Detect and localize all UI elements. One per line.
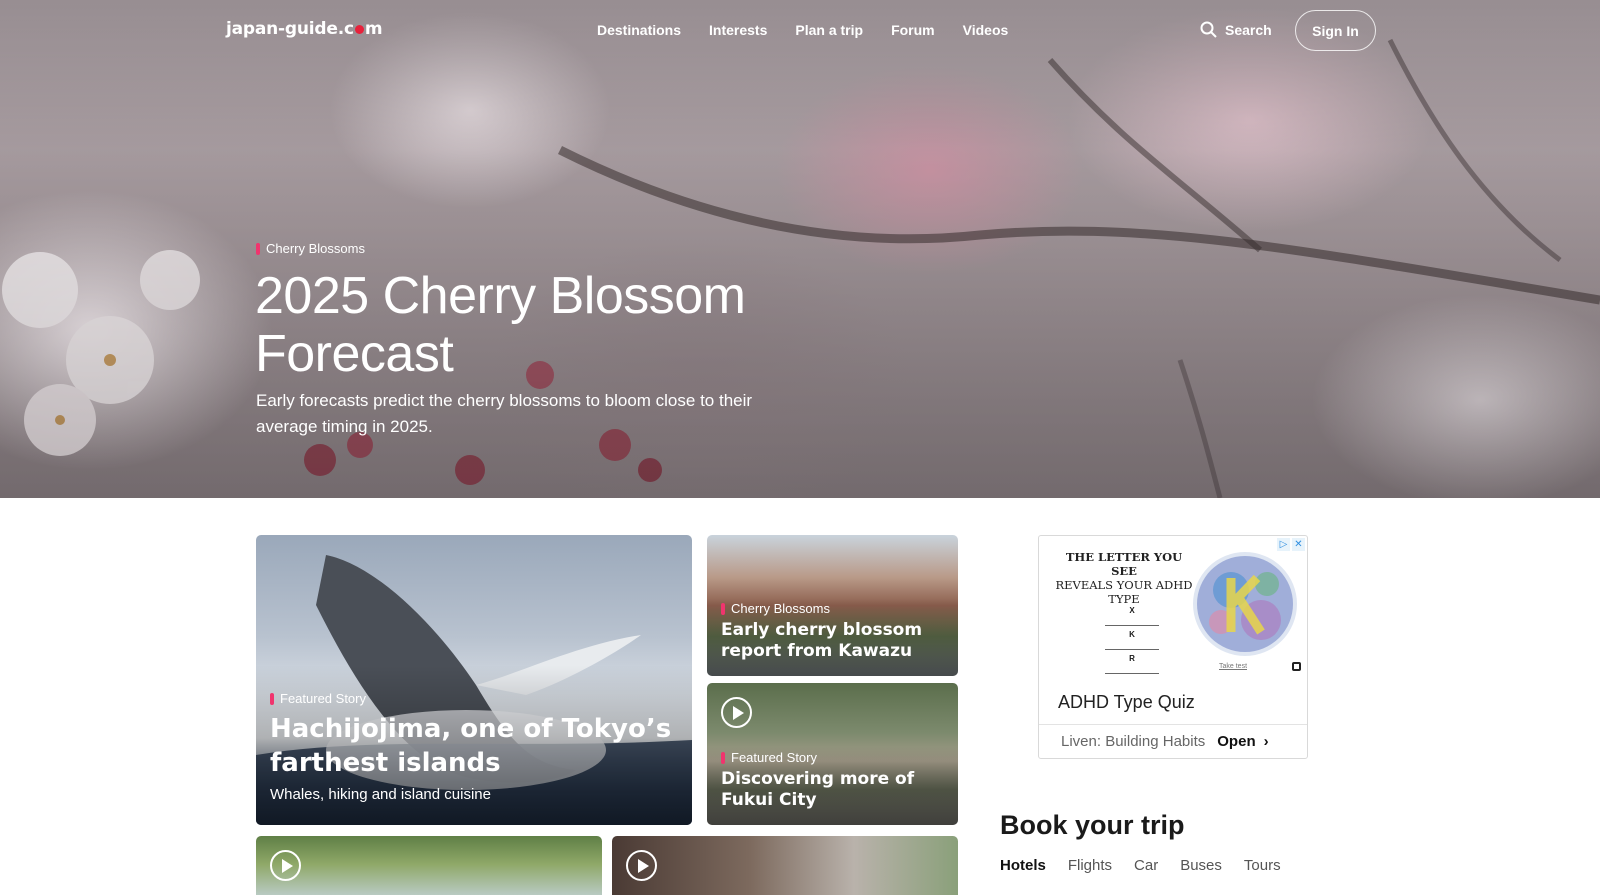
card-title[interactable]: Hachijojima, one of Tokyo’s farthest isl…: [270, 712, 682, 780]
video-card-forest[interactable]: [256, 836, 602, 895]
category-marker-icon: [256, 242, 260, 255]
card-category-label: Featured Story: [280, 691, 366, 706]
search-icon: [1200, 21, 1217, 38]
nav-plan-a-trip[interactable]: Plan a trip: [795, 22, 863, 38]
nav-forum[interactable]: Forum: [891, 22, 935, 38]
ad-footer[interactable]: Liven: Building Habits Open ›: [1039, 724, 1307, 758]
book-trip-tabs: Hotels Flights Car Buses Tours: [1000, 857, 1281, 874]
tab-tours[interactable]: Tours: [1244, 857, 1281, 874]
site-logo[interactable]: japan-guide.c m: [226, 19, 383, 39]
tab-hotels[interactable]: Hotels: [1000, 857, 1046, 874]
logo-text-end: m: [364, 19, 383, 39]
card-fukui[interactable]: Featured Story Discovering more of Fukui…: [707, 683, 958, 825]
search-button[interactable]: Search: [1200, 21, 1272, 38]
card-content: Cherry Blossoms Early cherry blossom rep…: [721, 601, 948, 662]
card-subtitle: Whales, hiking and island cuisine: [270, 786, 491, 803]
card-category[interactable]: Cherry Blossoms: [721, 601, 948, 616]
logo-dot-icon: [354, 25, 364, 34]
hero-subtitle: Early forecasts predict the cherry bloss…: [256, 391, 753, 436]
ad-headline: THE LETTER YOU SEE REVEALS YOUR ADHD TYP…: [1051, 550, 1197, 606]
tab-car[interactable]: Car: [1134, 857, 1158, 874]
hero-title[interactable]: 2025 Cherry Blossom Forecast: [255, 267, 855, 383]
card-category[interactable]: Featured Story: [721, 750, 948, 765]
ad-headline-line1: THE LETTER YOU SEE: [1065, 550, 1183, 578]
main-nav: Destinations Interests Plan a trip Forum…: [597, 22, 1008, 38]
sign-in-button[interactable]: Sign In: [1295, 10, 1376, 51]
ad-badge-icon: [1292, 662, 1301, 671]
category-marker-icon: [721, 602, 725, 615]
ad-advertiser: Liven: Building Habits: [1061, 733, 1206, 750]
category-marker-icon: [721, 751, 725, 764]
ad-close-icon[interactable]: ✕: [1292, 538, 1305, 551]
advertisement[interactable]: THE LETTER YOU SEE REVEALS YOUR ADHD TYP…: [1038, 535, 1308, 759]
ad-choices[interactable]: ▷ ✕: [1277, 538, 1305, 551]
ad-letter-option: R: [1105, 650, 1159, 674]
tab-buses[interactable]: Buses: [1180, 857, 1222, 874]
ad-open-button[interactable]: Open: [1217, 733, 1255, 750]
ad-letter-option: X: [1105, 602, 1159, 626]
card-category[interactable]: Featured Story: [270, 691, 682, 706]
book-trip-heading: Book your trip: [1000, 810, 1185, 840]
ad-image[interactable]: THE LETTER YOU SEE REVEALS YOUR ADHD TYP…: [1039, 536, 1307, 676]
ad-letter-option: K: [1105, 626, 1159, 650]
play-icon[interactable]: [626, 850, 657, 881]
logo-text: japan-guide.c: [226, 19, 354, 39]
hero-category-label: Cherry Blossoms: [266, 241, 365, 256]
card-category-label: Featured Story: [731, 750, 817, 765]
search-label: Search: [1225, 21, 1272, 38]
card-content: Featured Story Discovering more of Fukui…: [721, 750, 948, 811]
play-icon[interactable]: [270, 850, 301, 881]
color-blind-test-plate-icon: [1193, 552, 1297, 656]
card-content: Featured Story Hachijojima, one of Tokyo…: [270, 691, 682, 803]
hero-category[interactable]: Cherry Blossoms: [256, 241, 365, 256]
nav-destinations[interactable]: Destinations: [597, 22, 681, 38]
tab-flights[interactable]: Flights: [1068, 857, 1112, 874]
ad-letter-list: X K R: [1105, 602, 1159, 674]
card-category-label: Cherry Blossoms: [731, 601, 830, 616]
video-card-street[interactable]: [612, 836, 958, 895]
chevron-right-icon: ›: [1263, 733, 1269, 750]
featured-card-hachijojima[interactable]: Featured Story Hachijojima, one of Tokyo…: [256, 535, 692, 825]
card-kawazu[interactable]: Cherry Blossoms Early cherry blossom rep…: [707, 535, 958, 676]
ad-take-test-link[interactable]: Take test: [1219, 663, 1247, 670]
ad-title[interactable]: ADHD Type Quiz: [1058, 692, 1195, 713]
card-title[interactable]: Discovering more of Fukui City: [721, 769, 948, 811]
card-title[interactable]: Early cherry blossom report from Kawazu: [721, 620, 948, 662]
ad-info-icon[interactable]: ▷: [1277, 538, 1290, 551]
nav-videos[interactable]: Videos: [963, 22, 1009, 38]
category-marker-icon: [270, 692, 274, 705]
nav-interests[interactable]: Interests: [709, 22, 767, 38]
